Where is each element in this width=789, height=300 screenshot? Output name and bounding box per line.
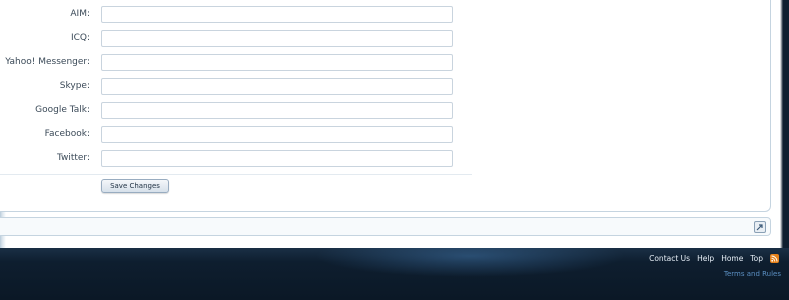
footer-link-top[interactable]: Top: [750, 254, 763, 263]
footer-link-home[interactable]: Home: [721, 254, 743, 263]
skype-field[interactable]: [101, 78, 453, 95]
footer-links: Contact Us Help Home Top: [649, 254, 779, 263]
rss-icon[interactable]: [770, 254, 779, 263]
footer-link-contact-us[interactable]: Contact Us: [649, 254, 690, 263]
twitter-label: Twitter:: [56, 153, 90, 163]
jump-icon[interactable]: [754, 221, 766, 233]
form-row-yahoo: Yahoo! Messenger:: [0, 54, 460, 74]
google-talk-label: Google Talk:: [35, 105, 90, 115]
form-row-icq: ICQ:: [0, 30, 460, 50]
facebook-field[interactable]: [101, 126, 453, 143]
terms-and-rules-link[interactable]: Terms and Rules: [724, 270, 781, 278]
google-talk-field[interactable]: [101, 102, 453, 119]
form-row-facebook: Facebook:: [0, 126, 460, 146]
footer-link-help[interactable]: Help: [697, 254, 714, 263]
yahoo-messenger-label: Yahoo! Messenger:: [5, 57, 90, 67]
form-row-skype: Skype:: [0, 78, 460, 98]
footer: Contact Us Help Home Top Terms and Rules: [0, 248, 789, 300]
form-row-aim: AIM:: [0, 6, 460, 26]
facebook-label: Facebook:: [44, 129, 90, 139]
skype-label: Skype:: [59, 81, 90, 91]
aim-label: AIM:: [70, 9, 90, 19]
aim-field[interactable]: [101, 6, 453, 23]
icq-field[interactable]: [101, 30, 453, 47]
icq-label: ICQ:: [70, 33, 90, 43]
twitter-field[interactable]: [101, 150, 453, 167]
breadcrumb: [0, 217, 771, 236]
yahoo-messenger-field[interactable]: [101, 54, 453, 71]
form-row-twitter: Twitter:: [0, 150, 460, 170]
save-changes-button[interactable]: Save Changes: [101, 179, 169, 193]
form-row-google-talk: Google Talk:: [0, 102, 460, 122]
form-divider: [0, 174, 472, 175]
